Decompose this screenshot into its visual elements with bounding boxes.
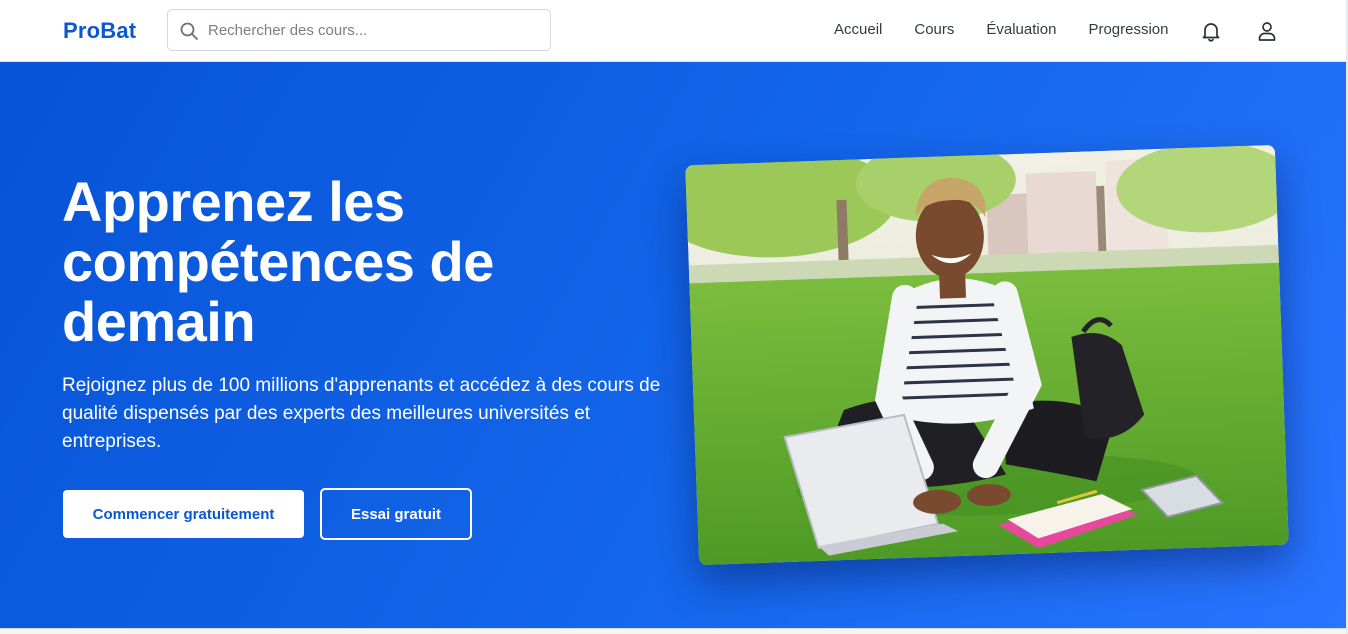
free-trial-button[interactable]: Essai gratuit xyxy=(320,488,472,540)
nav-link-progression[interactable]: Progression xyxy=(1088,21,1168,38)
top-navbar: ProBat Accueil Cours Évaluation Progress… xyxy=(0,0,1346,62)
hero-subtitle: Rejoignez plus de 100 millions d'apprena… xyxy=(62,375,661,452)
nav-link-accueil[interactable]: Accueil xyxy=(834,21,882,38)
hero-section: Apprenez les compétences de demain Rejoi… xyxy=(0,62,1346,628)
start-free-button[interactable]: Commencer gratuitement xyxy=(63,490,304,538)
student-on-grass-illustration xyxy=(685,144,1289,566)
search-input[interactable] xyxy=(208,10,538,50)
nav-link-cours[interactable]: Cours xyxy=(914,21,954,38)
bell-icon[interactable] xyxy=(1199,19,1223,43)
hero-image xyxy=(685,144,1289,566)
hero-title: Apprenez les compétences de demain xyxy=(62,170,494,353)
page-bottom-divider xyxy=(0,628,1348,634)
search-icon xyxy=(180,22,198,40)
brand-logo[interactable]: ProBat xyxy=(63,18,136,44)
nav-link-evaluation[interactable]: Évaluation xyxy=(986,21,1056,38)
user-icon[interactable] xyxy=(1255,19,1279,43)
search-box[interactable] xyxy=(167,9,551,51)
main-nav: Accueil Cours Évaluation Progression xyxy=(834,21,1168,38)
